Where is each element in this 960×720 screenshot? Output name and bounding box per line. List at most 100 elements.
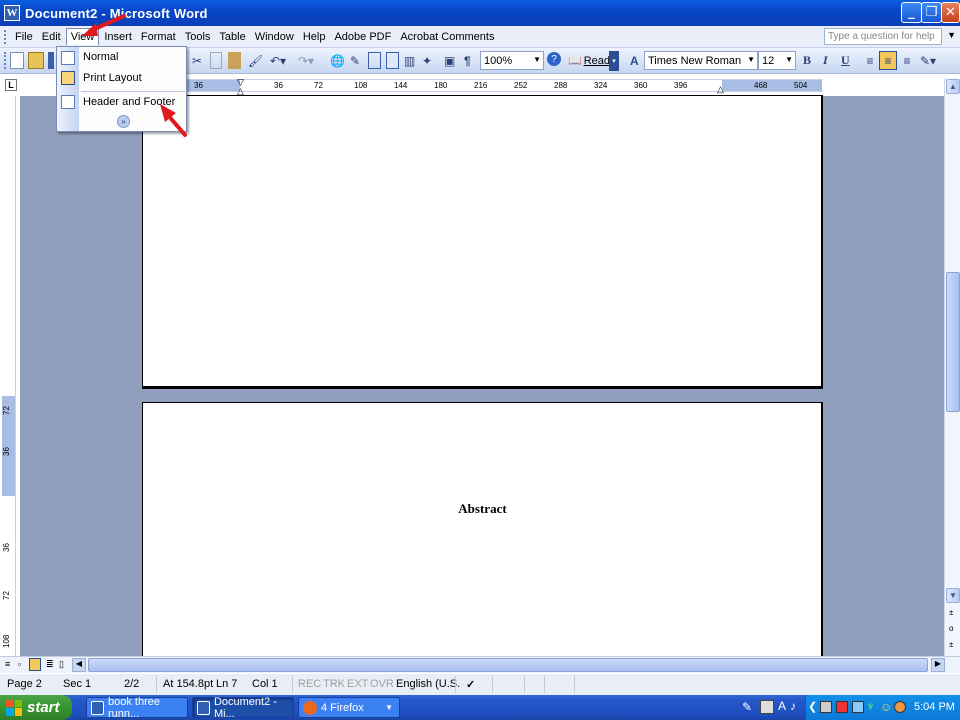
scroll-thumb[interactable]	[946, 272, 960, 412]
help-dropdown-icon[interactable]: ▼	[947, 30, 956, 40]
help-search-input[interactable]: Type a question for help	[824, 28, 942, 45]
task-document2[interactable]: Document2 - Mi...	[192, 696, 294, 720]
menu-item-print-layout[interactable]: Print Layout	[79, 69, 186, 89]
menu-tools[interactable]: Tools	[181, 29, 215, 45]
columns-icon[interactable]: ▥	[404, 52, 415, 69]
messenger-tray-icon[interactable]: ☺	[880, 700, 892, 714]
align-left-icon[interactable]: ≡	[862, 52, 878, 69]
spelling-status-icon[interactable]: ✓	[466, 678, 475, 691]
drawing-icon[interactable]: ✦	[422, 52, 432, 69]
tray-arrow-icon[interactable]: ❮	[808, 700, 817, 713]
task-firefox[interactable]: 4 Firefox ▼	[298, 697, 400, 718]
align-center-icon[interactable]: ≡	[879, 51, 897, 70]
select-browse-object-icon[interactable]: o	[949, 624, 953, 633]
acrobat-tray-icon[interactable]: A	[778, 699, 786, 713]
scroll-left-icon[interactable]: ◀	[72, 658, 86, 672]
vertical-scrollbar[interactable]: ▲ ▼ ± o ±	[944, 78, 960, 656]
chevron-down-icon[interactable]: ▼	[785, 55, 793, 64]
menu-view[interactable]: View	[65, 28, 100, 45]
maximize-button[interactable]: ❐	[921, 2, 942, 23]
show-hide-icon[interactable]: ¶	[464, 52, 471, 69]
bold-button[interactable]: B	[803, 52, 811, 69]
right-indent-icon[interactable]: △	[717, 84, 724, 95]
monitor-tray-icon[interactable]	[760, 700, 774, 714]
hscroll-thumb[interactable]	[88, 658, 928, 672]
menu-file[interactable]: File	[11, 29, 37, 45]
toolbar-options-icon[interactable]: ▾	[609, 51, 619, 71]
scroll-up-icon[interactable]: ▲	[946, 79, 960, 94]
word-app-icon[interactable]: W	[4, 5, 20, 21]
insert-table-icon[interactable]	[368, 52, 381, 69]
font-name-combo[interactable]: Times New Roman ▼	[644, 51, 758, 70]
close-button[interactable]: ✕	[941, 2, 960, 23]
insert-excel-icon[interactable]	[386, 52, 399, 69]
format-painter-icon[interactable]: 🖌	[248, 52, 263, 69]
print-layout-icon[interactable]	[29, 658, 41, 671]
toolbar-grip[interactable]	[4, 52, 8, 69]
zoom-combo[interactable]: 100% ▼	[480, 51, 544, 70]
security-tray-icon[interactable]	[836, 701, 848, 713]
undo-icon[interactable]: ↶▾	[270, 52, 286, 69]
tab-selector-icon[interactable]: L	[5, 79, 17, 91]
outline-view-icon[interactable]: ≣	[46, 659, 54, 670]
network-tray-icon[interactable]	[820, 701, 832, 713]
status-ovr[interactable]: OVR	[370, 678, 394, 690]
status-language[interactable]: English (U.S.	[396, 678, 460, 690]
horizontal-ruler[interactable]: 36 36 72 108 144 180 216 252 288 324 360…	[142, 77, 823, 96]
help-icon[interactable]: ?	[547, 52, 561, 66]
menu-edit[interactable]: Edit	[38, 29, 65, 45]
status-trk[interactable]: TRK	[323, 678, 345, 690]
reading-layout-icon[interactable]: ▯	[59, 659, 64, 670]
menubar-grip[interactable]	[4, 29, 7, 44]
chevron-down-icon[interactable]: ▼	[747, 55, 755, 64]
read-button[interactable]: 📖 Read	[568, 52, 610, 69]
menu-item-header-footer[interactable]: Header and Footer	[79, 93, 186, 113]
redo-icon[interactable]: ↷▾	[298, 52, 314, 69]
cut-icon[interactable]: ✂	[192, 52, 202, 69]
menu-table[interactable]: Table	[215, 29, 249, 45]
paste-icon[interactable]	[228, 52, 241, 69]
scroll-down-icon[interactable]: ▼	[946, 588, 960, 603]
start-button[interactable]: start	[0, 695, 72, 720]
vertical-ruler[interactable]: 72 36 36 72 108	[2, 96, 16, 656]
antivirus-tray-icon[interactable]	[894, 701, 906, 713]
menu-adobe-pdf[interactable]: Adobe PDF	[330, 29, 395, 45]
minimize-button[interactable]: _	[901, 2, 922, 23]
previous-page-icon[interactable]: ±	[949, 608, 953, 617]
save-icon[interactable]	[48, 52, 54, 69]
menu-window[interactable]: Window	[251, 29, 298, 45]
menu-acrobat-comments[interactable]: Acrobat Comments	[396, 29, 498, 45]
styles-icon[interactable]: A	[630, 52, 639, 69]
menu-help[interactable]: Help	[299, 29, 330, 45]
tables-borders-icon[interactable]: ✎	[350, 52, 360, 69]
scroll-right-icon[interactable]: ▶	[931, 658, 945, 672]
pen-tool-icon[interactable]: ✎	[742, 700, 752, 714]
document-map-icon[interactable]: ▣	[444, 52, 455, 69]
menu-item-normal[interactable]: Normal	[79, 48, 186, 68]
align-right-icon[interactable]: ≡	[899, 52, 915, 69]
chevron-down-icon[interactable]: ▼	[533, 55, 541, 64]
chevron-double-down-icon[interactable]: »	[117, 115, 130, 128]
menu-format[interactable]: Format	[137, 29, 180, 45]
status-rec[interactable]: REC	[298, 678, 321, 690]
underline-button[interactable]: U	[841, 52, 850, 69]
display-tray-icon[interactable]	[852, 701, 864, 713]
task-book-three[interactable]: book three runn...	[86, 696, 188, 720]
new-document-icon[interactable]	[10, 52, 24, 69]
wireless-tray-icon[interactable]: ♆	[866, 699, 875, 713]
speaker-tray-icon[interactable]: ♪	[790, 699, 796, 713]
menu-insert[interactable]: Insert	[100, 29, 136, 45]
normal-view-icon[interactable]: ≡	[5, 659, 10, 669]
web-layout-icon[interactable]: ▫	[18, 659, 21, 669]
clock[interactable]: 5:04 PM	[914, 701, 955, 713]
status-ext[interactable]: EXT	[347, 678, 368, 690]
page-2[interactable]: Abstract	[142, 402, 823, 662]
open-folder-icon[interactable]	[28, 52, 44, 69]
next-page-icon[interactable]: ±	[949, 640, 953, 649]
hyperlink-icon[interactable]: 🌐	[330, 52, 345, 69]
italic-button[interactable]: I	[823, 52, 828, 69]
highlight-icon[interactable]: ✎▾	[920, 52, 936, 69]
page-1[interactable]	[142, 95, 823, 389]
copy-icon[interactable]	[210, 52, 222, 69]
font-size-combo[interactable]: 12 ▼	[758, 51, 796, 70]
